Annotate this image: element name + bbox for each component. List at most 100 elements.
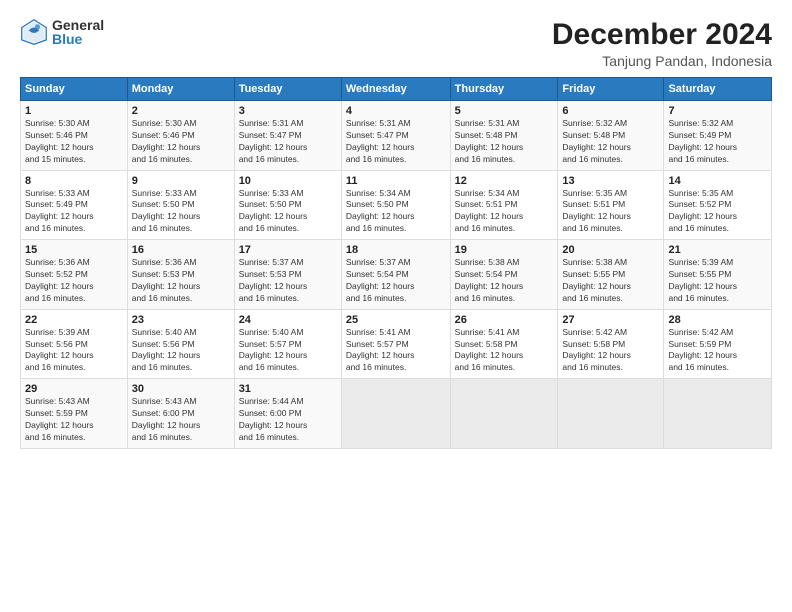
day-number: 29 [25,383,123,395]
day-info: Sunrise: 5:37 AMSunset: 5:53 PMDaylight:… [239,257,337,305]
day-info: Sunrise: 5:30 AMSunset: 5:46 PMDaylight:… [132,118,230,166]
day-number: 12 [455,175,554,187]
calendar-day-cell: 5Sunrise: 5:31 AMSunset: 5:48 PMDaylight… [450,101,558,171]
day-info: Sunrise: 5:37 AMSunset: 5:54 PMDaylight:… [346,257,446,305]
day-info: Sunrise: 5:42 AMSunset: 5:58 PMDaylight:… [562,327,659,375]
day-info: Sunrise: 5:44 AMSunset: 6:00 PMDaylight:… [239,396,337,444]
calendar-day-cell: 27Sunrise: 5:42 AMSunset: 5:58 PMDayligh… [558,309,664,379]
logo-text: General Blue [52,18,104,46]
day-info: Sunrise: 5:31 AMSunset: 5:48 PMDaylight:… [455,118,554,166]
day-info: Sunrise: 5:34 AMSunset: 5:50 PMDaylight:… [346,188,446,236]
calendar-week-row: 22Sunrise: 5:39 AMSunset: 5:56 PMDayligh… [21,309,772,379]
day-of-week-header: Friday [558,78,664,101]
calendar-day-cell [341,379,450,449]
calendar-day-cell: 13Sunrise: 5:35 AMSunset: 5:51 PMDayligh… [558,170,664,240]
day-info: Sunrise: 5:34 AMSunset: 5:51 PMDaylight:… [455,188,554,236]
calendar-day-cell: 22Sunrise: 5:39 AMSunset: 5:56 PMDayligh… [21,309,128,379]
day-info: Sunrise: 5:35 AMSunset: 5:51 PMDaylight:… [562,188,659,236]
day-of-week-header: Sunday [21,78,128,101]
calendar-day-cell: 7Sunrise: 5:32 AMSunset: 5:49 PMDaylight… [664,101,772,171]
day-info: Sunrise: 5:42 AMSunset: 5:59 PMDaylight:… [668,327,767,375]
day-info: Sunrise: 5:32 AMSunset: 5:48 PMDaylight:… [562,118,659,166]
calendar-table: SundayMondayTuesdayWednesdayThursdayFrid… [20,77,772,449]
calendar-day-cell: 24Sunrise: 5:40 AMSunset: 5:57 PMDayligh… [234,309,341,379]
day-number: 27 [562,314,659,326]
calendar-header-row: SundayMondayTuesdayWednesdayThursdayFrid… [21,78,772,101]
day-number: 17 [239,244,337,256]
day-number: 15 [25,244,123,256]
calendar-day-cell: 18Sunrise: 5:37 AMSunset: 5:54 PMDayligh… [341,240,450,310]
day-number: 22 [25,314,123,326]
calendar-week-row: 15Sunrise: 5:36 AMSunset: 5:52 PMDayligh… [21,240,772,310]
day-number: 10 [239,175,337,187]
calendar-day-cell: 31Sunrise: 5:44 AMSunset: 6:00 PMDayligh… [234,379,341,449]
logo-blue-label: Blue [52,32,104,46]
day-number: 31 [239,383,337,395]
day-number: 13 [562,175,659,187]
calendar-day-cell: 9Sunrise: 5:33 AMSunset: 5:50 PMDaylight… [127,170,234,240]
day-number: 2 [132,105,230,117]
day-number: 11 [346,175,446,187]
day-number: 26 [455,314,554,326]
calendar-day-cell: 8Sunrise: 5:33 AMSunset: 5:49 PMDaylight… [21,170,128,240]
calendar-day-cell: 25Sunrise: 5:41 AMSunset: 5:57 PMDayligh… [341,309,450,379]
day-number: 24 [239,314,337,326]
day-info: Sunrise: 5:40 AMSunset: 5:56 PMDaylight:… [132,327,230,375]
day-info: Sunrise: 5:30 AMSunset: 5:46 PMDaylight:… [25,118,123,166]
day-of-week-header: Tuesday [234,78,341,101]
calendar-week-row: 1Sunrise: 5:30 AMSunset: 5:46 PMDaylight… [21,101,772,171]
day-number: 20 [562,244,659,256]
day-info: Sunrise: 5:38 AMSunset: 5:54 PMDaylight:… [455,257,554,305]
calendar-day-cell: 28Sunrise: 5:42 AMSunset: 5:59 PMDayligh… [664,309,772,379]
day-number: 28 [668,314,767,326]
day-number: 1 [25,105,123,117]
day-number: 19 [455,244,554,256]
calendar-day-cell: 30Sunrise: 5:43 AMSunset: 6:00 PMDayligh… [127,379,234,449]
day-of-week-header: Thursday [450,78,558,101]
main-title: December 2024 [552,18,772,51]
day-info: Sunrise: 5:33 AMSunset: 5:50 PMDaylight:… [239,188,337,236]
day-info: Sunrise: 5:33 AMSunset: 5:50 PMDaylight:… [132,188,230,236]
day-number: 21 [668,244,767,256]
calendar-day-cell: 12Sunrise: 5:34 AMSunset: 5:51 PMDayligh… [450,170,558,240]
subtitle: Tanjung Pandan, Indonesia [552,53,772,69]
calendar-day-cell: 2Sunrise: 5:30 AMSunset: 5:46 PMDaylight… [127,101,234,171]
day-info: Sunrise: 5:41 AMSunset: 5:58 PMDaylight:… [455,327,554,375]
calendar-day-cell: 20Sunrise: 5:38 AMSunset: 5:55 PMDayligh… [558,240,664,310]
day-number: 5 [455,105,554,117]
calendar-day-cell: 4Sunrise: 5:31 AMSunset: 5:47 PMDaylight… [341,101,450,171]
calendar-day-cell: 23Sunrise: 5:40 AMSunset: 5:56 PMDayligh… [127,309,234,379]
day-info: Sunrise: 5:39 AMSunset: 5:56 PMDaylight:… [25,327,123,375]
day-number: 3 [239,105,337,117]
day-number: 8 [25,175,123,187]
day-number: 25 [346,314,446,326]
calendar-day-cell: 26Sunrise: 5:41 AMSunset: 5:58 PMDayligh… [450,309,558,379]
day-info: Sunrise: 5:36 AMSunset: 5:53 PMDaylight:… [132,257,230,305]
day-of-week-header: Wednesday [341,78,450,101]
calendar-week-row: 29Sunrise: 5:43 AMSunset: 5:59 PMDayligh… [21,379,772,449]
calendar-day-cell: 19Sunrise: 5:38 AMSunset: 5:54 PMDayligh… [450,240,558,310]
calendar-day-cell: 14Sunrise: 5:35 AMSunset: 5:52 PMDayligh… [664,170,772,240]
logo: General Blue [20,18,104,46]
day-info: Sunrise: 5:41 AMSunset: 5:57 PMDaylight:… [346,327,446,375]
calendar-day-cell: 6Sunrise: 5:32 AMSunset: 5:48 PMDaylight… [558,101,664,171]
day-of-week-header: Monday [127,78,234,101]
day-info: Sunrise: 5:39 AMSunset: 5:55 PMDaylight:… [668,257,767,305]
calendar-day-cell: 29Sunrise: 5:43 AMSunset: 5:59 PMDayligh… [21,379,128,449]
calendar-day-cell [450,379,558,449]
calendar-day-cell: 15Sunrise: 5:36 AMSunset: 5:52 PMDayligh… [21,240,128,310]
day-info: Sunrise: 5:43 AMSunset: 5:59 PMDaylight:… [25,396,123,444]
day-number: 9 [132,175,230,187]
calendar-week-row: 8Sunrise: 5:33 AMSunset: 5:49 PMDaylight… [21,170,772,240]
header: General Blue December 2024 Tanjung Panda… [20,18,772,69]
day-number: 18 [346,244,446,256]
day-info: Sunrise: 5:40 AMSunset: 5:57 PMDaylight:… [239,327,337,375]
calendar-day-cell: 10Sunrise: 5:33 AMSunset: 5:50 PMDayligh… [234,170,341,240]
day-info: Sunrise: 5:32 AMSunset: 5:49 PMDaylight:… [668,118,767,166]
day-number: 14 [668,175,767,187]
calendar-day-cell [558,379,664,449]
logo-icon [20,18,48,46]
day-number: 4 [346,105,446,117]
day-info: Sunrise: 5:31 AMSunset: 5:47 PMDaylight:… [346,118,446,166]
title-block: December 2024 Tanjung Pandan, Indonesia [552,18,772,69]
